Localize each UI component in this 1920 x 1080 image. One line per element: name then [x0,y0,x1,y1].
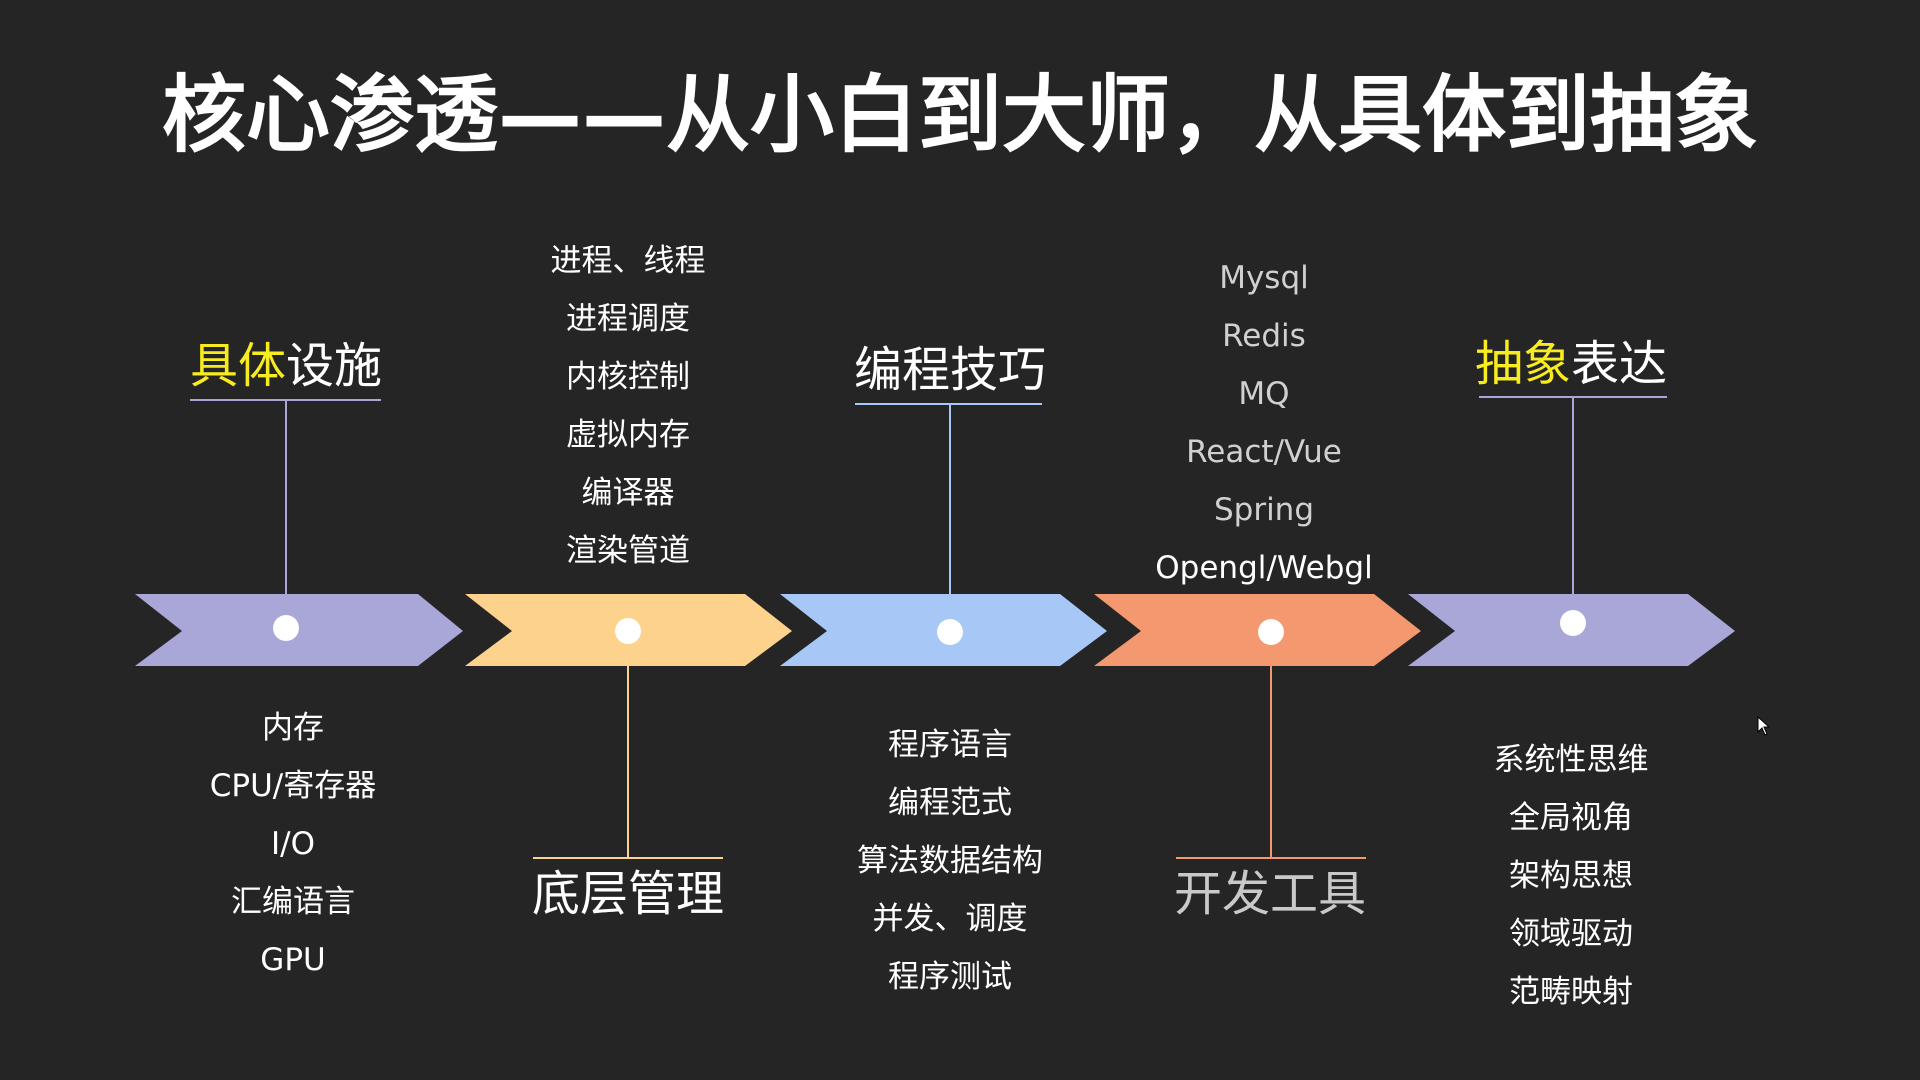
dot-stage-2 [615,618,641,644]
stage-list-2: 进程、线程 进程调度 内核控制 虚拟内存 编译器 渲染管道 [468,232,788,580]
stage-title-rest: 编程技巧 [853,342,1046,398]
list-item: Redis [1222,318,1306,354]
slide: 核心渗透——从小白到大师，从具体到抽象 具体设施 内存 CPU/寄存器 I/O [0,0,1920,1080]
chevron-stage-4 [1094,594,1421,666]
list-item: I/O [271,826,315,862]
dot-stage-3 [937,619,963,645]
list-item: GPU [260,942,326,978]
list-item: 进程、线程 [550,243,706,279]
list-item: Mysql [1219,260,1309,296]
list-item: Opengl/Webgl [1155,550,1373,586]
stage-title-5: 抽象表达 [1421,340,1721,388]
stage-title-rest: 开发工具 [1173,866,1366,922]
stage-title-1: 具体设施 [136,342,436,390]
list-item: 并发、调度 [872,901,1028,937]
list-item: MQ [1238,376,1290,412]
list-item: 编程范式 [888,785,1012,821]
stage-title-rest: 表达 [1571,336,1668,392]
chevron-stage-1 [135,594,463,666]
stage-list-3: 程序语言 编程范式 算法数据结构 并发、调度 程序测试 [790,716,1110,1006]
list-item: 编译器 [581,475,675,511]
list-item: 内核控制 [566,359,690,395]
list-item: 进程调度 [566,301,690,337]
list-item: CPU/寄存器 [209,768,377,804]
stage-title-4: 开发工具 [1120,870,1420,918]
dot-stage-1 [273,615,299,641]
list-item: 汇编语言 [231,884,355,920]
list-item: 算法数据结构 [857,843,1043,879]
list-item: 渲染管道 [566,533,690,569]
list-item: 系统性思维 [1493,742,1649,778]
stage-title-highlight: 具体 [189,338,286,394]
list-item: 虚拟内存 [566,417,690,453]
stage-title-rest: 底层管理 [531,866,724,922]
stage-title-3: 编程技巧 [800,346,1100,394]
dot-stage-4 [1258,619,1284,645]
stage-list-5: 系统性思维 全局视角 架构思想 领域驱动 范畴映射 [1411,731,1731,1021]
stage-list-4: Mysql Redis MQ React/Vue Spring Opengl/W… [1104,249,1424,597]
list-item: 程序语言 [888,727,1012,763]
stage-list-1: 内存 CPU/寄存器 I/O 汇编语言 GPU [133,699,453,989]
list-item: 架构思想 [1509,858,1633,894]
mouse-cursor-icon [1757,716,1771,736]
list-item: 范畴映射 [1509,974,1633,1010]
stage-title-rest: 设施 [286,338,383,394]
stage-title-2: 底层管理 [478,870,778,918]
list-item: React/Vue [1186,434,1342,470]
list-item: 全局视角 [1509,800,1633,836]
list-item: 程序测试 [888,959,1012,995]
list-item: 内存 [262,710,324,746]
stage-title-highlight: 抽象 [1474,336,1571,392]
dot-stage-5 [1560,610,1586,636]
list-item: 领域驱动 [1509,916,1633,952]
list-item: Spring [1213,492,1315,528]
